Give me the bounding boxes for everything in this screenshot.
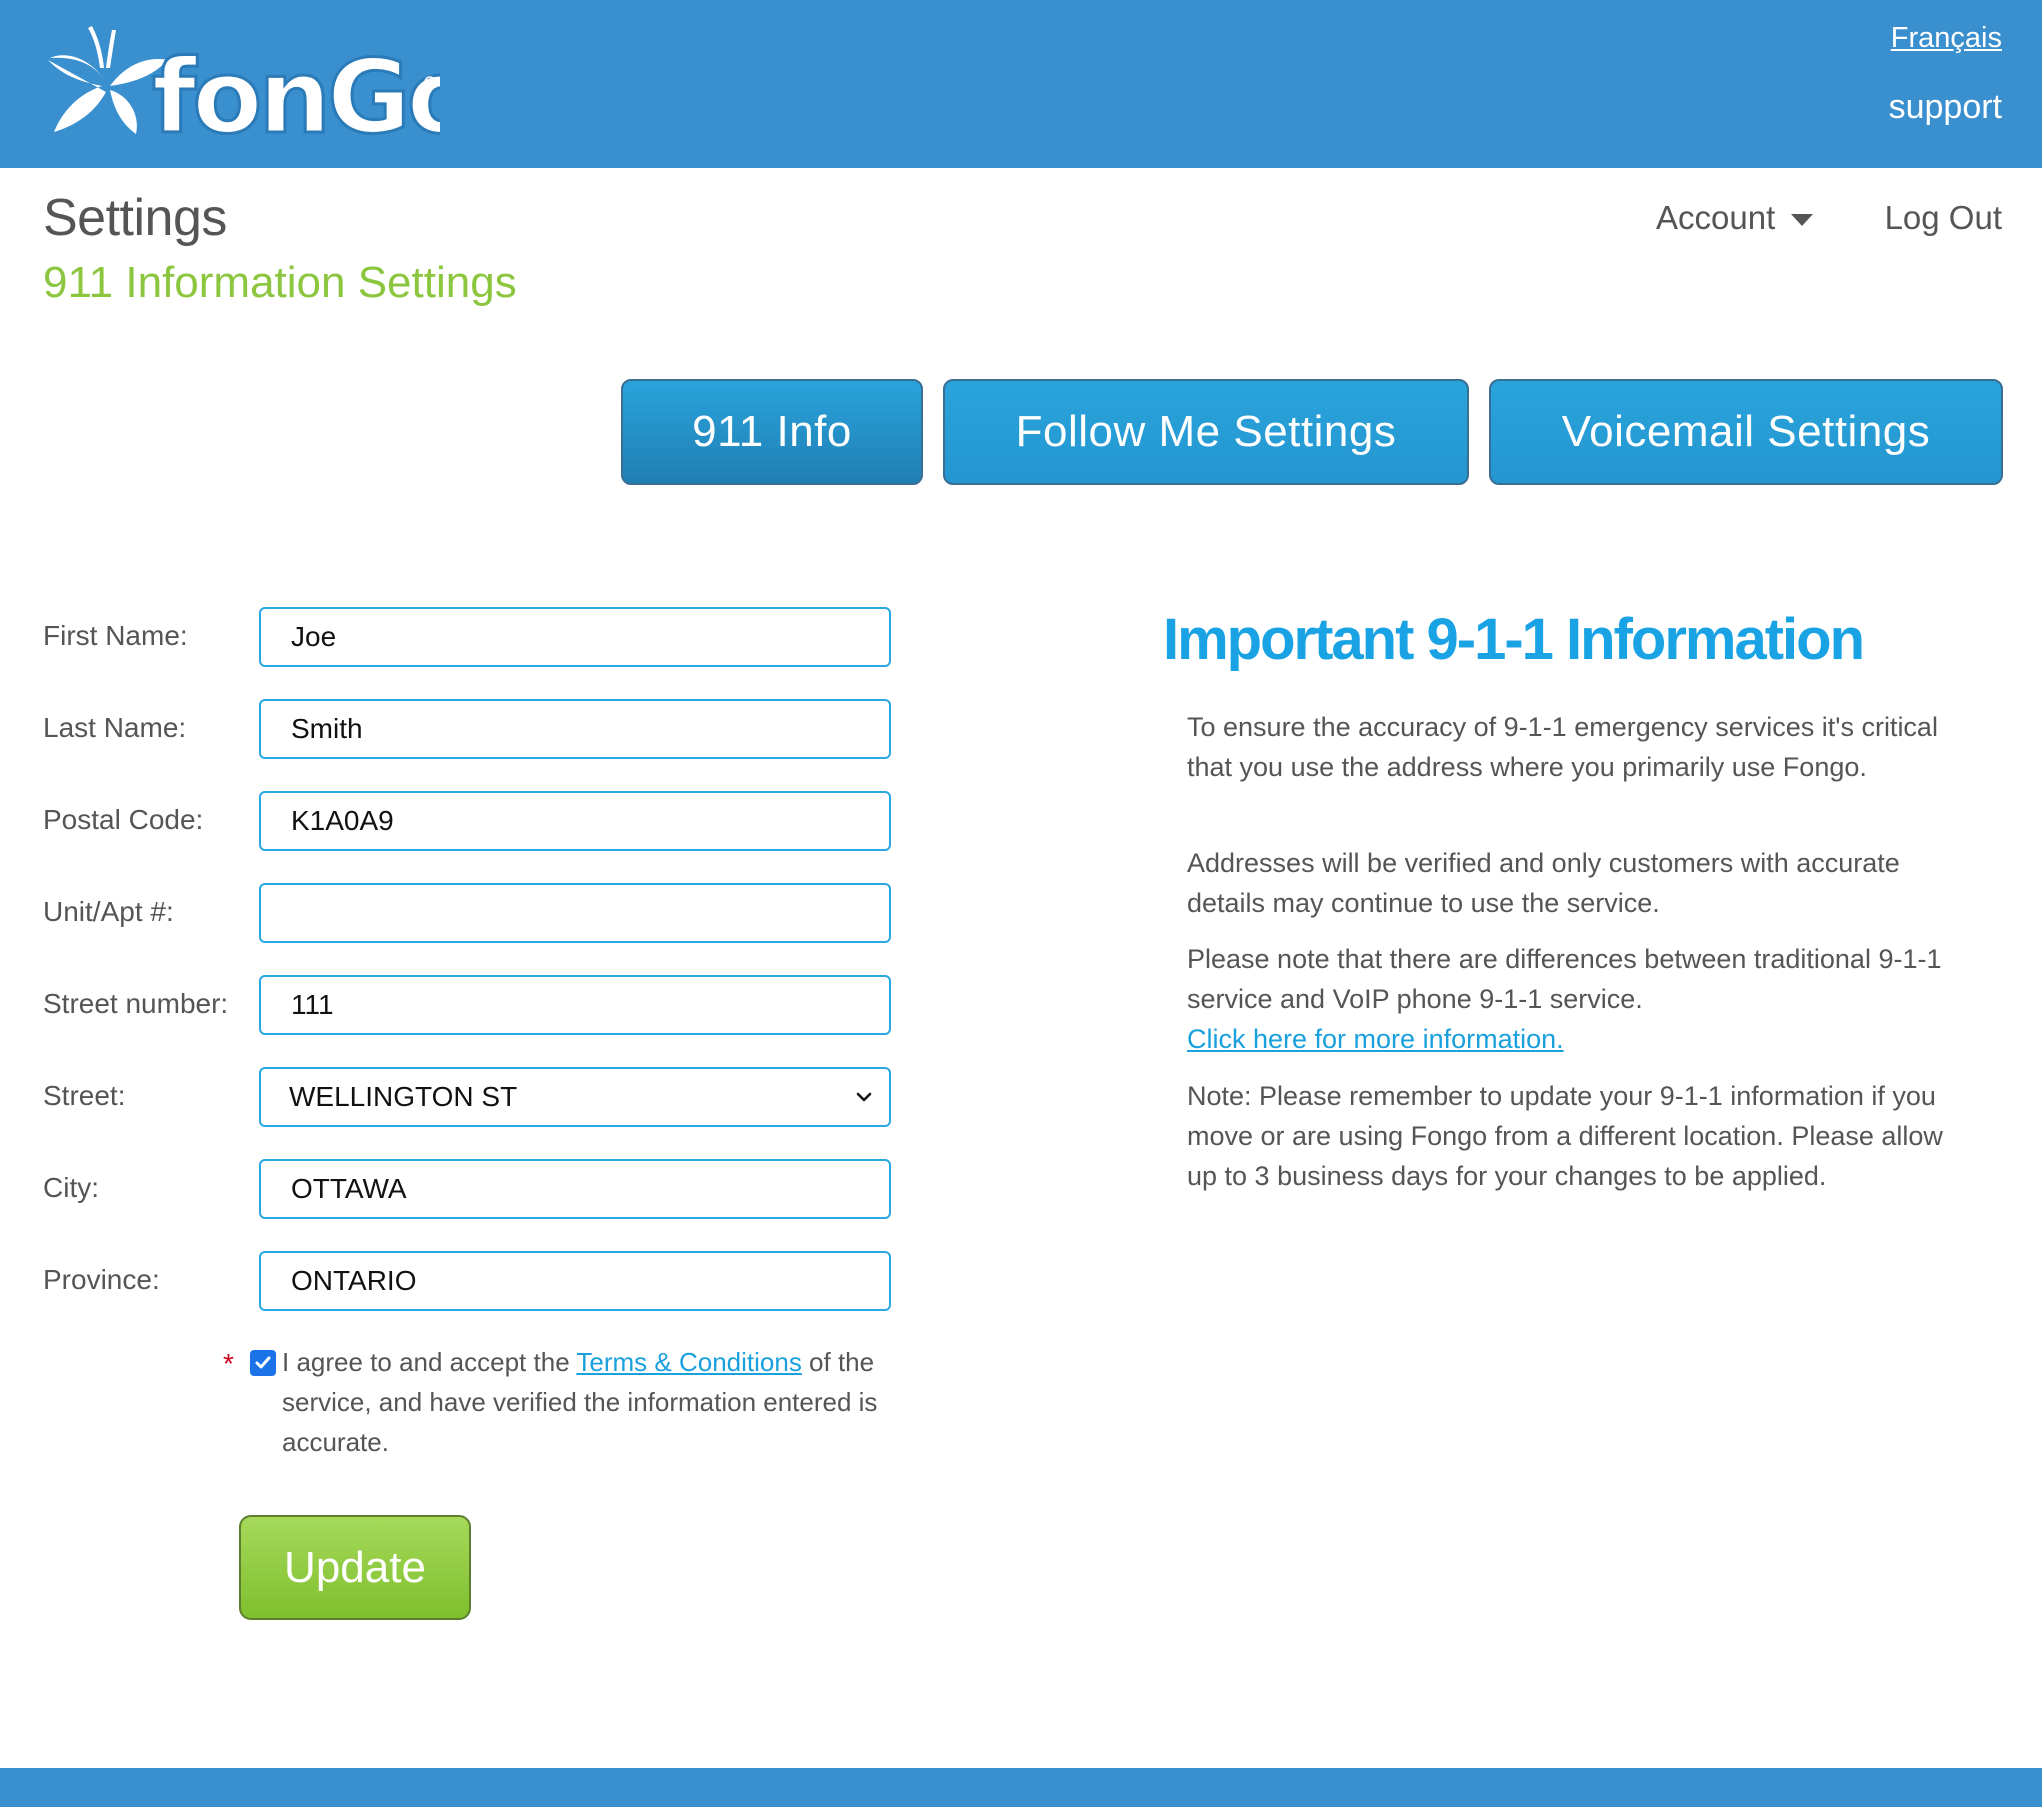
postal-code-label: Postal Code: — [43, 804, 204, 835]
street-number-value: 111 — [291, 989, 334, 1020]
agree-text-before: I agree to and accept the — [282, 1347, 577, 1377]
first-name-input[interactable]: Joe — [259, 607, 891, 667]
required-marker: * — [223, 1348, 234, 1379]
page-title: Settings — [43, 189, 227, 247]
last-name-input[interactable]: Smith — [259, 699, 891, 759]
last-name-label: Last Name: — [43, 712, 187, 743]
unit-apt-input[interactable] — [259, 883, 891, 943]
more-info-link[interactable]: Click here for more information. — [1187, 1024, 1564, 1054]
last-name-value: Smith — [291, 713, 363, 744]
street-number-label: Street number: — [43, 988, 229, 1019]
logo-wordmark: fonGo — [152, 38, 440, 150]
city-label: City: — [43, 1172, 99, 1203]
city-value: OTTAWA — [291, 1173, 407, 1204]
street-label: Street: — [43, 1080, 126, 1111]
postal-code-value: K1A0A9 — [291, 805, 394, 836]
account-menu[interactable]: Account — [1656, 199, 1814, 237]
street-select-value: WELLINGTON ST — [289, 1081, 518, 1112]
info-paragraph-differences: Please note that there are differences b… — [1187, 939, 1967, 1059]
province-value: ONTARIO — [291, 1265, 417, 1296]
tab-voicemail-settings[interactable]: Voicemail Settings — [1489, 379, 2003, 485]
province-input[interactable]: ONTARIO — [259, 1251, 891, 1311]
tab-follow-me-settings[interactable]: Follow Me Settings — [943, 379, 1469, 485]
street-number-input[interactable]: 111 — [259, 975, 891, 1035]
first-name-label: First Name: — [43, 620, 188, 651]
account-menu-label: Account — [1656, 199, 1776, 236]
chevron-down-icon — [856, 1092, 872, 1102]
info-differences-text: Please note that there are differences b… — [1187, 944, 1942, 1014]
postal-code-input[interactable]: K1A0A9 — [259, 791, 891, 851]
footer-bar — [0, 1768, 2042, 1807]
agree-text: I agree to and accept the Terms & Condit… — [282, 1342, 902, 1462]
unit-apt-label: Unit/Apt #: — [43, 896, 174, 927]
city-input[interactable]: OTTAWA — [259, 1159, 891, 1219]
update-button[interactable]: Update — [239, 1515, 471, 1620]
page-subtitle: 911 Information Settings — [43, 258, 517, 307]
province-label: Province: — [43, 1264, 160, 1295]
caret-down-icon — [1791, 214, 1814, 226]
street-select[interactable]: WELLINGTON ST — [259, 1067, 891, 1127]
info-paragraph-verification: Addresses will be verified and only cust… — [1187, 848, 1900, 918]
first-name-value: Joe — [291, 621, 337, 652]
logout-link[interactable]: Log Out — [1885, 199, 2002, 237]
info-paragraph-note: Note: Please remember to update your 9-1… — [1187, 1081, 1943, 1191]
agree-checkbox[interactable] — [250, 1350, 276, 1376]
tab-911-info[interactable]: 911 Info — [621, 379, 923, 485]
checkmark-icon — [255, 1356, 271, 1369]
terms-conditions-link[interactable]: Terms & Conditions — [576, 1347, 801, 1377]
info-title: Important 9-1-1 Information — [1163, 607, 1865, 672]
fongo-logo[interactable]: fonGo — [40, 20, 440, 150]
language-link[interactable]: Français — [1891, 22, 2002, 55]
support-link[interactable]: support — [1889, 88, 2002, 127]
info-paragraph-accuracy: To ensure the accuracy of 9-1-1 emergenc… — [1187, 712, 1938, 782]
header-bar: fonGo Français support — [0, 0, 2042, 168]
